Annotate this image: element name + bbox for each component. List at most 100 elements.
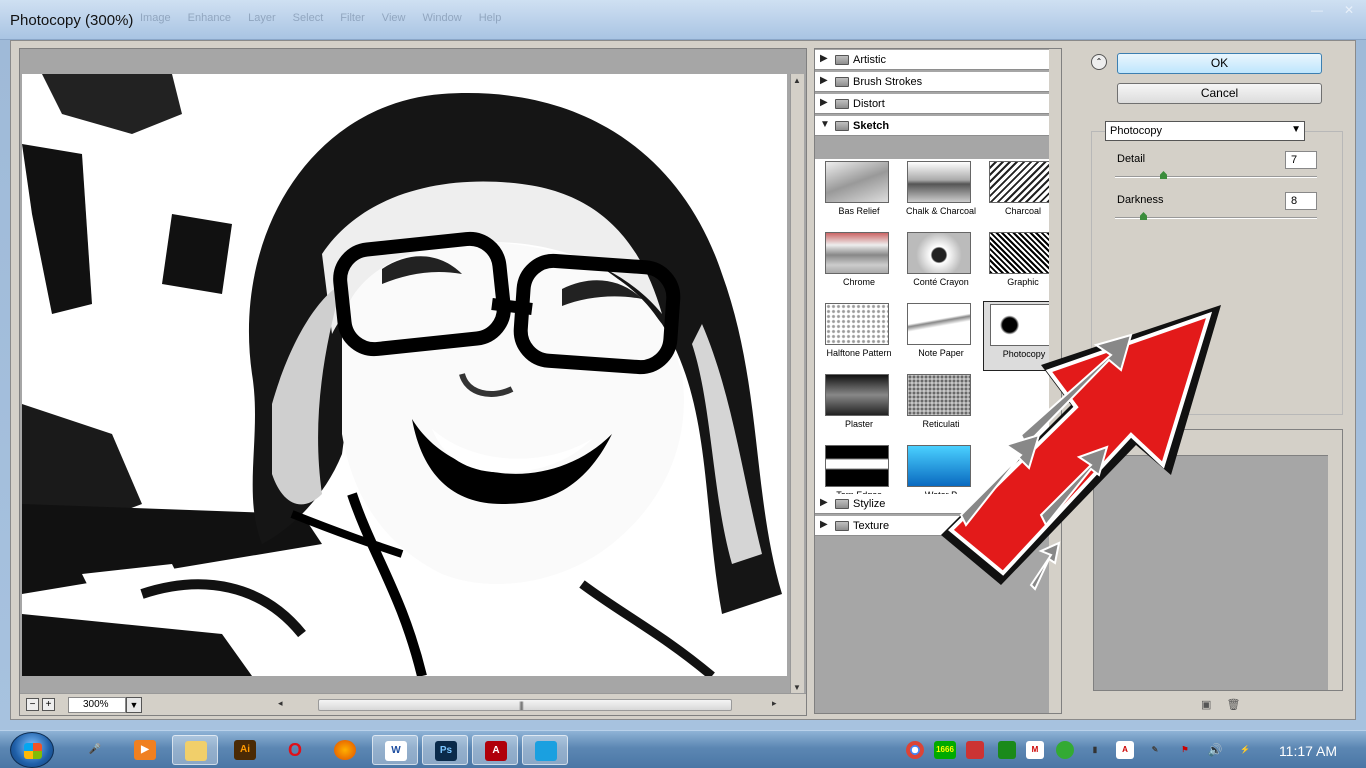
effect-layers-panel: 👁 Photocopy (1093, 429, 1343, 691)
taskbar-photoshop[interactable]: Ps (422, 735, 468, 765)
acrobat-tray-icon[interactable]: A (1116, 741, 1134, 759)
preview-canvas[interactable] (22, 74, 787, 676)
filter-thumbnail[interactable]: Reticulati (901, 372, 981, 442)
zoom-in-button[interactable]: + (42, 698, 55, 711)
filter-thumbnail[interactable]: Chalk & Charcoal (901, 159, 981, 229)
thumbnail-image (825, 445, 889, 487)
taskbar-microphone[interactable]: 🎤 (72, 735, 118, 765)
microphone-icon: 🎤 (88, 744, 102, 755)
folder-label: Sketch (853, 120, 890, 132)
taskbar-word[interactable]: W (372, 735, 418, 765)
preview-panel: ▲ ▼ − + 300% ▼ ◂ ||| ▸ (19, 48, 807, 716)
filter-thumbnail[interactable]: Note Paper (901, 301, 981, 371)
taskbar-firefox[interactable] (322, 735, 368, 765)
acrobat-icon: A (485, 741, 507, 761)
gmail-tray-icon[interactable]: M (1026, 741, 1044, 759)
folder-icon (835, 521, 849, 531)
param-value-field[interactable]: 7 (1285, 151, 1317, 169)
taskbar-explorer[interactable] (172, 735, 218, 765)
app-x-tray-icon[interactable] (966, 741, 984, 759)
volume-tray-icon[interactable]: 🔊 (1206, 741, 1224, 759)
window-controls: — ✕ (1304, 2, 1362, 18)
filter-thumbnail[interactable]: Conté Crayon (901, 230, 981, 300)
delete-effect-layer-icon[interactable]: 🗑 (1226, 699, 1240, 711)
triangle-down-icon[interactable]: ▼ (820, 119, 830, 130)
taskbar-illustrator[interactable]: Ai (222, 735, 268, 765)
ok-button[interactable]: OK (1117, 53, 1322, 74)
folder-texture[interactable]: ▶ Texture (815, 516, 1061, 536)
folder-icon (835, 499, 849, 509)
scroll-left-icon[interactable]: ◂ (278, 698, 283, 709)
chrome-tray-icon[interactable] (906, 741, 924, 759)
cancel-button[interactable]: Cancel (1117, 83, 1322, 104)
thumbnail-image (907, 445, 971, 487)
thumbnail-image (825, 232, 889, 274)
scroll-right-icon[interactable]: ▸ (772, 698, 777, 709)
param-slider[interactable] (1115, 212, 1317, 220)
network-tray-icon[interactable]: ▮ (1086, 741, 1104, 759)
windows-logo-icon (24, 743, 42, 759)
filter-thumbnail[interactable]: Chrome (819, 230, 899, 300)
minimize-icon[interactable]: — (1304, 2, 1330, 18)
filter-select-value: Photocopy (1110, 125, 1162, 137)
filter-select[interactable]: Photocopy ▼ (1105, 121, 1305, 141)
param-label: Detail (1117, 153, 1146, 165)
filter-thumbnail[interactable]: Bas Relief (819, 159, 899, 229)
folder-icon (835, 121, 849, 131)
start-button[interactable] (10, 732, 54, 768)
param-value-field[interactable]: 8 (1285, 192, 1317, 210)
thumbnail-label: Plaster (844, 419, 873, 429)
layer-actions: ▣ 🗑 (1201, 698, 1252, 711)
param-slider[interactable] (1115, 171, 1317, 179)
filter-thumbnail[interactable]: Plaster (819, 372, 899, 442)
triangle-right-icon[interactable]: ▶ (820, 75, 828, 86)
power-tray-icon[interactable]: ⚡ (1236, 741, 1254, 759)
thumbnail-image (907, 232, 971, 274)
clock[interactable]: 11:17 AM (1270, 743, 1346, 759)
taskbar-acrobat[interactable]: A (472, 735, 518, 765)
taskbar-app-window[interactable] (522, 735, 568, 765)
folder-label: Texture (853, 520, 890, 532)
green-globe-tray-icon[interactable] (1056, 741, 1074, 759)
folder-icon (835, 77, 849, 87)
preview-horizontal-scrollbar[interactable]: ◂ ||| ▸ (260, 697, 790, 713)
zoom-level-field[interactable]: 300% (68, 697, 126, 713)
scroll-up-icon[interactable]: ▲ (793, 76, 801, 85)
new-effect-layer-icon[interactable]: ▣ (1201, 699, 1211, 711)
sketch-thumbnails: Bas Relief Chalk & Charcoal Charcoal Chrome… (815, 159, 1061, 514)
folder-sketch[interactable]: ▼ Sketch (815, 116, 1061, 136)
folder-distort[interactable]: ▶ Distort (815, 94, 1061, 114)
close-icon[interactable]: ✕ (1336, 2, 1362, 18)
triangle-right-icon[interactable]: ▶ (820, 53, 828, 64)
pen-tray-icon[interactable]: ✎ (1146, 741, 1164, 759)
flag-x-tray-icon[interactable]: ⚑ (1176, 741, 1194, 759)
counter-tray-icon[interactable]: 1666 (934, 741, 956, 759)
folder-stylize[interactable]: ▶ Stylize (815, 494, 1061, 514)
taskbar-media-player[interactable]: ▶ (122, 735, 168, 765)
taskbar-opera[interactable]: O (272, 735, 318, 765)
gallery-scrollbar[interactable] (1049, 49, 1061, 713)
thumbnail-image (907, 374, 971, 416)
thumbnail-label: Halftone Pattern (826, 348, 892, 358)
filter-thumbnail[interactable]: Halftone Pattern (819, 301, 899, 371)
preview-vertical-scrollbar[interactable]: ▲ ▼ (790, 74, 804, 694)
zoom-out-button[interactable]: − (26, 698, 39, 711)
triangle-right-icon[interactable]: ▶ (820, 97, 828, 108)
scroll-down-icon[interactable]: ▼ (793, 683, 801, 692)
taskbar: 🎤 ▶ Ai O W Ps A 1666 M ▮ A ✎ ⚑ 🔊 ⚡ 11:17… (0, 730, 1366, 768)
zoom-dropdown-icon[interactable]: ▼ (126, 697, 142, 713)
scroll-thumb[interactable]: ||| (318, 699, 732, 711)
effect-layer-row[interactable]: 👁 Photocopy (1094, 430, 1328, 456)
layers-scrollbar[interactable] (1328, 430, 1342, 690)
triangle-right-icon[interactable]: ▶ (820, 497, 828, 508)
app-window-icon (535, 741, 557, 761)
collapse-gallery-button[interactable]: ⌃ (1091, 54, 1107, 70)
folder-artistic[interactable]: ▶ Artistic (815, 50, 1061, 70)
eye-icon[interactable]: 👁 (1098, 435, 1114, 451)
illustrator-icon: Ai (234, 740, 256, 760)
thumbnail-image (989, 161, 1053, 203)
folder-brush-strokes[interactable]: ▶ Brush Strokes (815, 72, 1061, 92)
green-tool-tray-icon[interactable] (998, 741, 1016, 759)
triangle-right-icon[interactable]: ▶ (820, 519, 828, 530)
opera-icon: O (287, 740, 302, 760)
